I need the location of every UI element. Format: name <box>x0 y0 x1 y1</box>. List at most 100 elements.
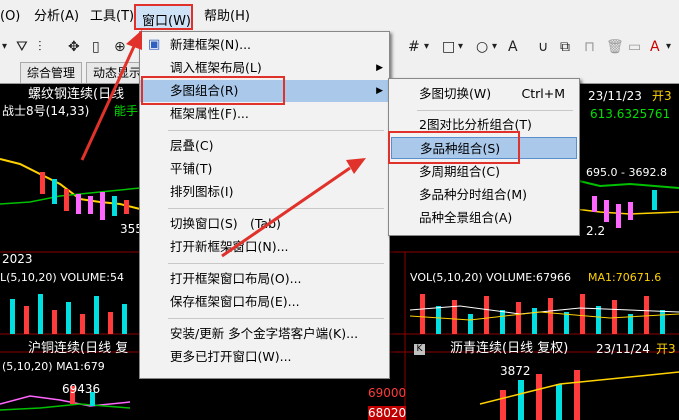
chart-title-bottom-left: 沪铜连续(日线 复 <box>28 341 129 356</box>
menu-item-install-update[interactable]: 安装/更新 多个金字塔客户端(K)... <box>140 323 389 345</box>
menu-item-cascade[interactable]: 层叠(C) <box>140 135 389 157</box>
chart-indicator-partial: 能手 <box>114 104 139 118</box>
menu-separator <box>417 110 573 111</box>
submenu-item-multi-period[interactable]: 多周期组合(C) <box>389 161 579 183</box>
menu-item-tile[interactable]: 平铺(T) <box>140 158 389 180</box>
font-color-icon[interactable]: A <box>650 38 660 56</box>
volume-bar <box>612 300 617 334</box>
lock-icon[interactable]: ⊓ <box>584 38 595 56</box>
chart-indicator: 战士8号(14,33) <box>2 104 90 118</box>
candle <box>604 200 609 222</box>
chart-title-top-left: 螺纹钢连续(日线 <box>28 87 125 102</box>
menu-help[interactable]: 帮助(H) <box>204 8 250 26</box>
k-tag-icon: K <box>414 344 425 355</box>
candle <box>616 204 621 228</box>
tab-general[interactable]: 综合管理 <box>20 62 83 83</box>
menu-item-switch-window[interactable]: 切换窗口(S) (Tab) <box>140 213 389 235</box>
menu-item-arrange-icons[interactable]: 排列图标(I) <box>140 181 389 203</box>
chart-price-bottom-left: 69436 <box>62 382 101 396</box>
annotation-box-multi-chart <box>141 76 285 105</box>
candle <box>556 384 562 420</box>
submenu-arrow-icon: ▶ <box>376 63 383 73</box>
ma-line-top-right <box>574 179 679 189</box>
chart-range-text: 695.0 - 3692.8 <box>586 166 667 179</box>
ma-line-top-left <box>0 158 141 210</box>
chart-year-label: 2023 <box>2 252 33 266</box>
volume-bar <box>52 310 57 334</box>
menu-item-more-windows[interactable]: 更多已打开窗口(W)... <box>140 346 389 368</box>
chart-axis-label: 69000 <box>368 386 407 400</box>
grid-icon[interactable]: # <box>408 38 420 56</box>
rectangle-icon[interactable]: □ <box>442 38 455 56</box>
candle <box>64 189 69 211</box>
chart-date-top-right: 23/11/23 <box>588 89 642 103</box>
ma-line-bottom-left-2 <box>0 403 131 411</box>
dropdown-arrow-icon[interactable]: ▾ <box>458 38 463 56</box>
menu-separator <box>168 318 384 319</box>
dropdown-arrow-icon[interactable]: ▾ <box>2 38 7 56</box>
menu-item-save-layout[interactable]: 保存框架窗口布局(E)... <box>140 291 389 313</box>
chart-vol-label-right: VOL(5,10,20) VOLUME:67966 <box>410 271 571 284</box>
volume-bar <box>436 306 441 334</box>
volume-bar <box>596 306 601 334</box>
menu-item-open-new-frame[interactable]: 打开新框架窗口(N)... <box>140 236 389 258</box>
submenu-item-panorama[interactable]: 品种全景组合(A) <box>389 207 579 229</box>
move-icon[interactable]: ✥ <box>68 38 80 56</box>
chart-title-bottom-right: 沥青连续(日线 复权) <box>450 341 569 356</box>
menu-item-open-layout[interactable]: 打开框架窗口布局(O)... <box>140 268 389 290</box>
magnet-icon[interactable]: ∪ <box>538 38 548 56</box>
bar-chart-icon[interactable]: ⫶ <box>38 38 42 56</box>
menu-options[interactable]: (O) <box>0 8 20 26</box>
volume-bar <box>580 294 585 334</box>
candle <box>52 179 57 204</box>
volume-bar <box>484 296 489 334</box>
menu-item-new-frame[interactable]: 新建框架(N)... <box>140 34 389 56</box>
chart-ma-label-right: MA1:70671.6 <box>588 271 662 284</box>
volume-bar <box>420 294 425 334</box>
menu-analysis[interactable]: 分析(A) <box>34 8 79 26</box>
shape-icon[interactable]: ▭ <box>628 38 641 56</box>
volume-bar <box>80 314 85 334</box>
zoom-icon[interactable]: ⊕ <box>114 38 126 56</box>
delete-icon[interactable]: 🗑 <box>606 38 624 56</box>
menu-tools[interactable]: 工具(T) <box>90 8 134 26</box>
volume-bar <box>38 294 43 334</box>
volume-bar <box>122 304 127 334</box>
menu-item-frame-properties[interactable]: 框架属性(F)... <box>140 103 389 125</box>
submenu-item-multi-switch[interactable]: 多图切换(W) Ctrl+M <box>389 83 579 105</box>
submenu-item-multi-variety-timeshare[interactable]: 多品种分时组合(M) <box>389 184 579 206</box>
ma-line-top-right-2 <box>574 208 679 215</box>
candle <box>574 370 580 420</box>
candle <box>592 196 597 212</box>
dropdown-arrow-icon[interactable]: ▾ <box>424 38 429 56</box>
chart-open-partial: 开3 <box>652 89 672 103</box>
candle <box>652 190 657 210</box>
dropdown-arrow-icon[interactable]: ▾ <box>666 38 671 56</box>
text-tool-icon[interactable]: A <box>508 38 518 56</box>
submenu-arrow-icon: ▶ <box>376 86 383 96</box>
candle <box>100 192 105 220</box>
menu-separator <box>168 263 384 264</box>
chart-open-partial-bottom: 开3 <box>656 342 676 356</box>
chart-ma-label-bottom-left: (5,10,20) MA1:679 <box>2 360 105 373</box>
volume-bar <box>500 310 505 334</box>
annotation-box-multi-variety <box>388 131 520 164</box>
circle-icon[interactable]: ○ <box>476 38 488 56</box>
volume-bar <box>10 299 15 334</box>
volume-bar <box>548 298 553 334</box>
volume-bar <box>108 312 113 334</box>
chart-value-top-right: 613.6325761 <box>590 107 671 121</box>
menu-window-label: 窗口(W) <box>142 14 191 29</box>
chart-date-bottom-right: 23/11/24 <box>596 342 650 356</box>
filter-icon[interactable]: ⛛ <box>16 38 28 56</box>
copy-icon[interactable]: ⧉ <box>560 38 570 56</box>
volume-bar <box>564 312 569 334</box>
cursor-icon[interactable]: ▯ <box>92 38 100 56</box>
chart-vol-label: L(5,10,20) VOLUME:54 <box>0 271 124 284</box>
dropdown-arrow-icon[interactable]: ▾ <box>492 38 497 56</box>
candle <box>518 380 524 420</box>
menu-window[interactable]: 窗口(W) <box>134 4 193 30</box>
volume-bar <box>24 306 29 334</box>
ma-line-bottom-left <box>0 395 131 407</box>
menu-bar: (O) 分析(A) 工具(T) 窗口(W) 帮助(H) <box>0 0 679 35</box>
